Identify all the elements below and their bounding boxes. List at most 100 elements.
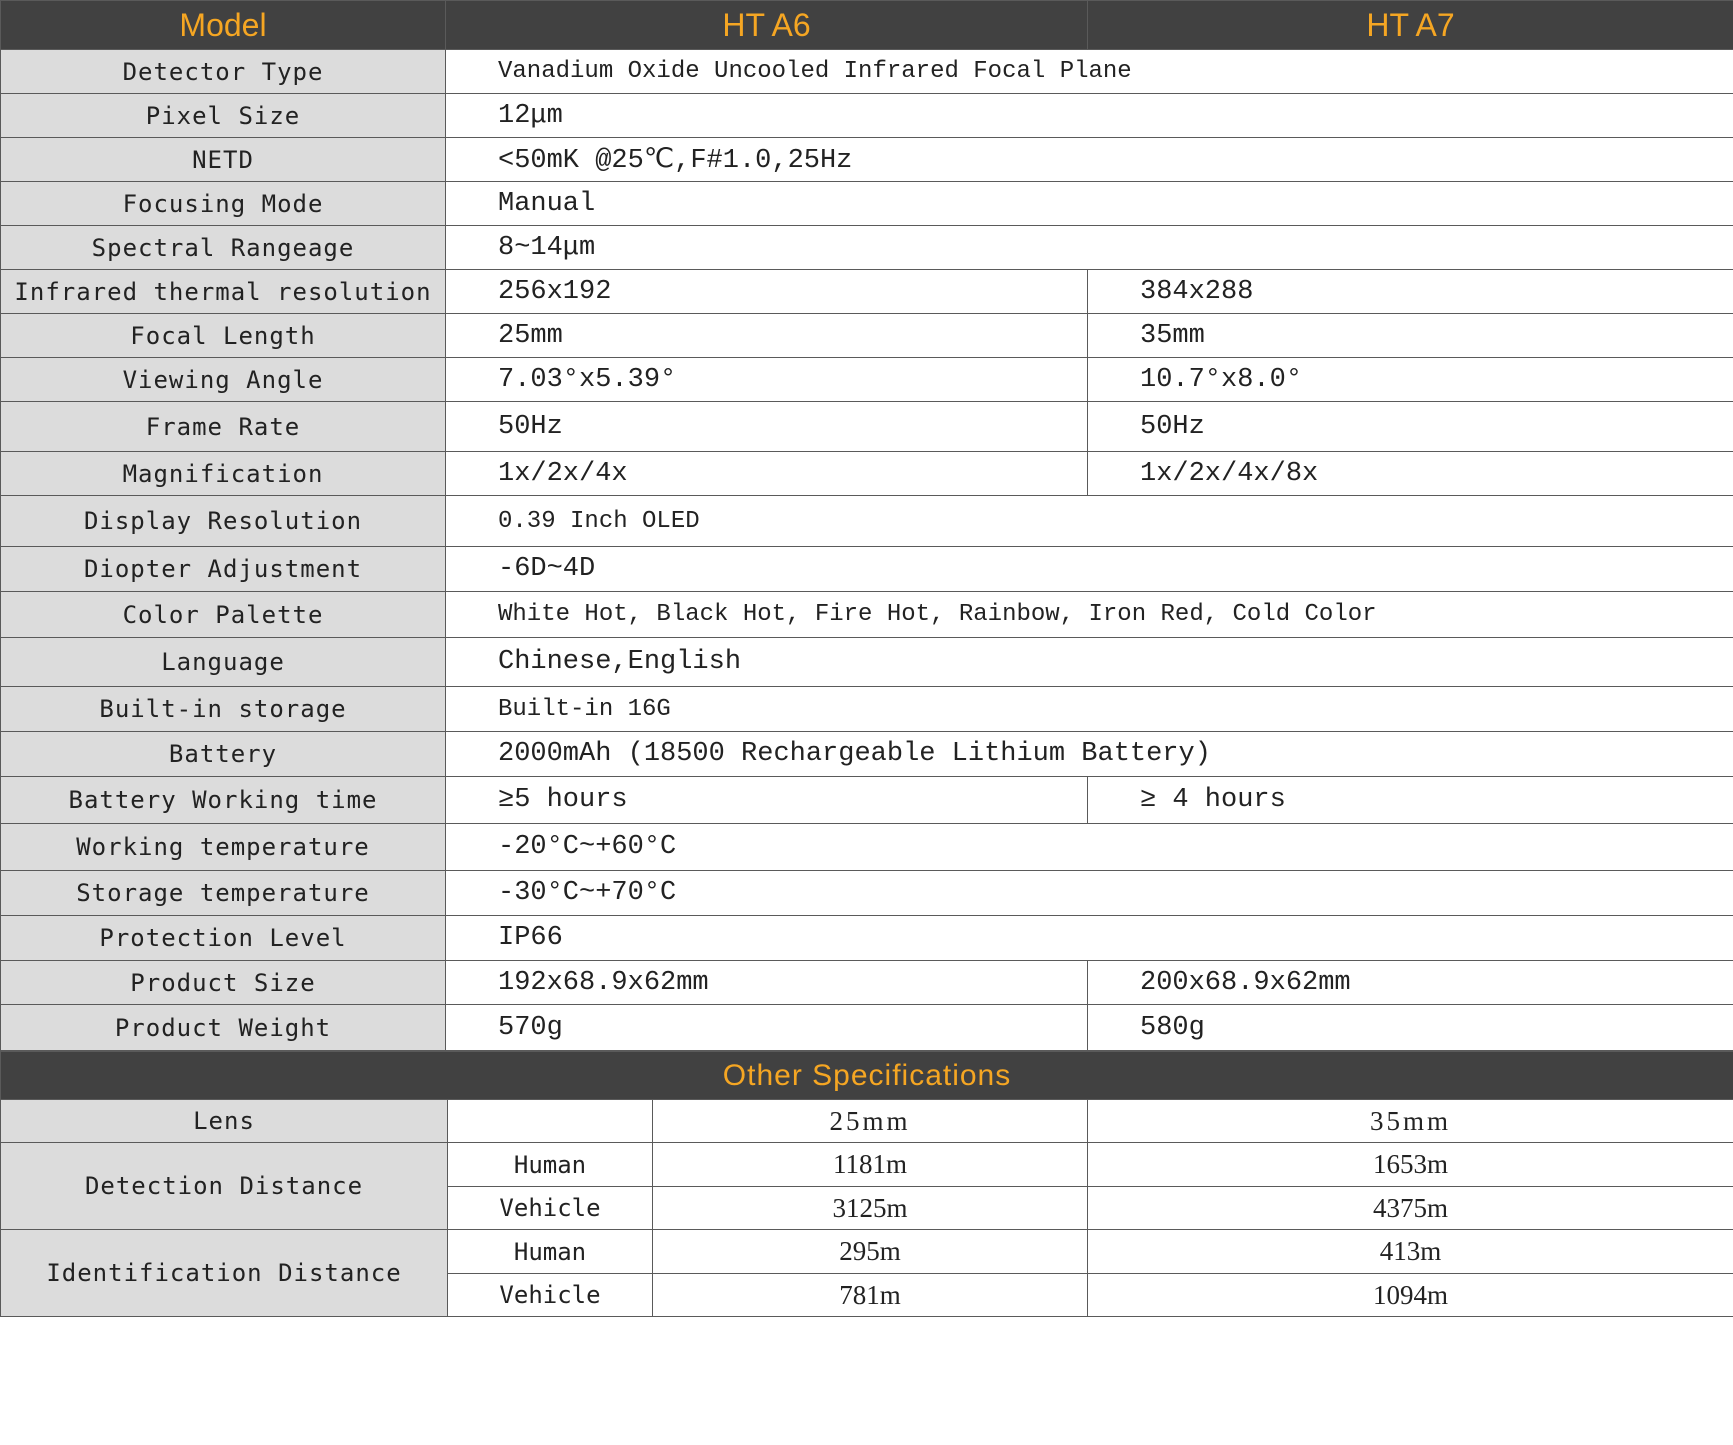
spec-row-storage-temperature: Storage temperature -30°C~+70°C: [0, 870, 1733, 916]
spec-label-built-in-storage: Built-in storage: [0, 686, 446, 732]
spec-label-product-size: Product Size: [0, 960, 446, 1005]
spec-label-viewing-angle: Viewing Angle: [0, 357, 446, 402]
spec-value-ht-a6-frame-rate: 50Hz: [445, 401, 1088, 452]
spec-value-ht-a6-product-size: 192x68.9x62mm: [445, 960, 1088, 1005]
spec-value-netd: <50mK @25℃,F#1.0,25Hz: [445, 137, 1733, 182]
spec-value-ht-a7-frame-rate: 50Hz: [1087, 401, 1733, 452]
spec-row-pixel-size: Pixel Size 12μm: [0, 93, 1733, 138]
spec-label-focal-length: Focal Length: [0, 313, 446, 358]
spec-label-storage-temperature: Storage temperature: [0, 870, 446, 916]
identification-vehicle-label: Vehicle: [447, 1273, 653, 1317]
identification-human-label: Human: [447, 1229, 653, 1274]
lens-label: Lens: [0, 1099, 448, 1143]
spec-value-ht-a7-infrared-thermal-resolution: 384x288: [1087, 269, 1733, 314]
spec-row-working-temperature: Working temperature -20°C~+60°C: [0, 823, 1733, 871]
spec-value-storage-temperature: -30°C~+70°C: [445, 870, 1733, 916]
spec-value-ht-a7-battery-working-time: ≥ 4 hours: [1087, 776, 1733, 824]
other-spec-table: Other Specifications Lens 25mm 35mm Dete…: [0, 1051, 1733, 1317]
identification-human-row: Identification Distance Human 295m 413m: [0, 1229, 1733, 1317]
header-model: Model: [0, 0, 446, 50]
spec-value-diopter-adjustment: -6D~4D: [445, 546, 1733, 592]
spec-row-infrared-thermal-resolution: Infrared thermal resolution 256x192 384x28…: [0, 269, 1733, 314]
lens-blank-cell: [447, 1099, 653, 1143]
detection-distance-label: Detection Distance: [0, 1142, 448, 1230]
identification-human-a6: 295m: [652, 1229, 1088, 1274]
detection-human-a7: 1653m: [1086, 1142, 1733, 1187]
spec-value-ht-a7-viewing-angle: 10.7°x8.0°: [1087, 357, 1733, 402]
spec-label-display-resolution: Display Resolution: [0, 495, 446, 547]
spec-value-working-temperature: -20°C~+60°C: [445, 823, 1733, 871]
identification-vehicle-a7: 1094m: [1086, 1273, 1733, 1317]
spec-row-focusing-mode: Focusing Mode Manual: [0, 181, 1733, 226]
spec-value-battery: 2000mAh (18500 Rechargeable Lithium Batt…: [445, 731, 1733, 777]
spec-row-color-palette: Color Palette White Hot, Black Hot, Fire …: [0, 591, 1733, 638]
header-ht-a7: HT A7: [1087, 0, 1733, 50]
spec-sheet: Model HT A6 HT A7 Detector Type Vanadium …: [0, 0, 1733, 1445]
spec-row-built-in-storage: Built-in storage Built-in 16G: [0, 686, 1733, 732]
spec-value-detector-type: Vanadium Oxide Uncooled Infrared Focal P…: [445, 49, 1733, 94]
detection-vehicle-label: Vehicle: [447, 1186, 653, 1230]
spec-row-battery-working-time: Battery Working time ≥5 hours ≥ 4 hours: [0, 776, 1733, 824]
spec-row-product-size: Product Size 192x68.9x62mm 200x68.9x62mm: [0, 960, 1733, 1005]
spec-value-ht-a6-viewing-angle: 7.03°x5.39°: [445, 357, 1088, 402]
spec-label-netd: NETD: [0, 137, 446, 182]
spec-label-language: Language: [0, 637, 446, 687]
lens-a6: 25mm: [652, 1099, 1088, 1143]
spec-label-detector-type: Detector Type: [0, 49, 446, 94]
spec-value-ht-a6-infrared-thermal-resolution: 256x192: [445, 269, 1088, 314]
spec-row-magnification: Magnification 1x/2x/4x 1x/2x/4x/8x: [0, 451, 1733, 496]
spec-value-ht-a6-focal-length: 25mm: [445, 313, 1088, 358]
lens-a7: 35mm: [1086, 1099, 1733, 1143]
identification-distance-label: Identification Distance: [0, 1229, 448, 1317]
detection-human-a6: 1181m: [652, 1142, 1088, 1187]
identification-human-a7: 413m: [1086, 1229, 1733, 1274]
spec-value-ht-a6-product-weight: 570g: [445, 1004, 1088, 1051]
spec-label-protection-level: Protection Level: [0, 915, 446, 961]
detection-vehicle-a6: 3125m: [652, 1186, 1088, 1230]
other-spec-title: Other Specifications: [0, 1051, 1733, 1100]
spec-value-built-in-storage: Built-in 16G: [445, 686, 1733, 732]
spec-row-spectral-rangeage: Spectral Rangeage 8~14μm: [0, 225, 1733, 270]
spec-label-working-temperature: Working temperature: [0, 823, 446, 871]
detection-vehicle-a7: 4375m: [1086, 1186, 1733, 1230]
spec-table: Model HT A6 HT A7 Detector Type Vanadium …: [0, 0, 1733, 1051]
spec-value-ht-a6-battery-working-time: ≥5 hours: [445, 776, 1088, 824]
spec-label-focusing-mode: Focusing Mode: [0, 181, 446, 226]
spec-value-ht-a7-product-weight: 580g: [1087, 1004, 1733, 1051]
header-row: Model HT A6 HT A7: [0, 0, 1733, 50]
spec-value-ht-a7-focal-length: 35mm: [1087, 313, 1733, 358]
other-spec-header-row: Other Specifications: [0, 1051, 1733, 1100]
spec-row-detector-type: Detector Type Vanadium Oxide Uncooled Inf…: [0, 49, 1733, 94]
identification-vehicle-a6: 781m: [652, 1273, 1088, 1317]
header-ht-a6: HT A6: [445, 0, 1088, 50]
spec-row-diopter-adjustment: Diopter Adjustment -6D~4D: [0, 546, 1733, 592]
spec-value-protection-level: IP66: [445, 915, 1733, 961]
detection-human-label: Human: [447, 1142, 653, 1187]
spec-value-pixel-size: 12μm: [445, 93, 1733, 138]
spec-label-spectral-rangeage: Spectral Rangeage: [0, 225, 446, 270]
spec-label-frame-rate: Frame Rate: [0, 401, 446, 452]
spec-label-pixel-size: Pixel Size: [0, 93, 446, 138]
spec-value-ht-a7-product-size: 200x68.9x62mm: [1087, 960, 1733, 1005]
spec-row-language: Language Chinese,English: [0, 637, 1733, 687]
lens-row: Lens 25mm 35mm: [0, 1099, 1733, 1143]
spec-value-ht-a6-magnification: 1x/2x/4x: [445, 451, 1088, 496]
spec-label-magnification: Magnification: [0, 451, 446, 496]
spec-row-protection-level: Protection Level IP66: [0, 915, 1733, 961]
spec-value-ht-a7-magnification: 1x/2x/4x/8x: [1087, 451, 1733, 496]
spec-label-battery-working-time: Battery Working time: [0, 776, 446, 824]
spec-label-infrared-thermal-resolution: Infrared thermal resolution: [0, 269, 446, 314]
spec-label-diopter-adjustment: Diopter Adjustment: [0, 546, 446, 592]
spec-label-color-palette: Color Palette: [0, 591, 446, 638]
spec-row-product-weight: Product Weight 570g 580g: [0, 1004, 1733, 1051]
spec-row-battery: Battery 2000mAh (18500 Rechargeable Lithi…: [0, 731, 1733, 777]
spec-row-netd: NETD <50mK @25℃,F#1.0,25Hz: [0, 137, 1733, 182]
spec-value-focusing-mode: Manual: [445, 181, 1733, 226]
spec-label-battery: Battery: [0, 731, 446, 777]
spec-row-viewing-angle: Viewing Angle 7.03°x5.39° 10.7°x8.0°: [0, 357, 1733, 402]
spec-label-product-weight: Product Weight: [0, 1004, 446, 1051]
detection-human-row: Detection Distance Human 1181m 1653m: [0, 1142, 1733, 1230]
spec-row-frame-rate: Frame Rate 50Hz 50Hz: [0, 401, 1733, 452]
spec-row-display-resolution: Display Resolution 0.39 Inch OLED: [0, 495, 1733, 547]
spec-value-display-resolution: 0.39 Inch OLED: [445, 495, 1733, 547]
